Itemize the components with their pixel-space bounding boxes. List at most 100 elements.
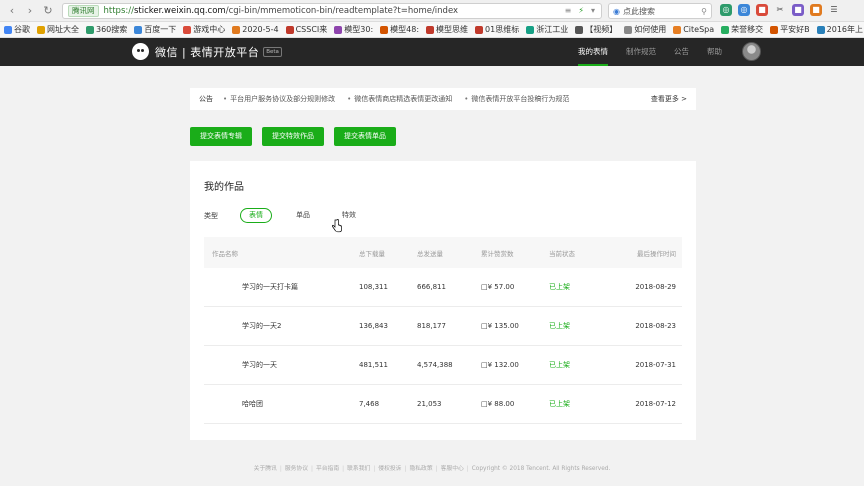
bookmark-label: 2020-5-4 (242, 25, 279, 34)
table-row[interactable]: 学习的一天打卡篇 108,311 666,811 □¥ 57.00 已上架 2018-08… (204, 268, 682, 307)
bookmark-item[interactable]: 01思维标 (475, 24, 519, 35)
bookmark-item[interactable]: 如何使用 (624, 24, 666, 35)
bookmark-label: 浙江工业 (536, 25, 569, 34)
bookmark-favicon-icon (86, 25, 94, 34)
table-row[interactable]: 学习的一天 481,511 4,574,388 □¥ 132.00 已上架 2018-07… (204, 346, 682, 385)
column-header: 总下载量 (359, 249, 385, 258)
extension-icon[interactable]: ◎ (738, 4, 750, 16)
forward-icon[interactable]: › (24, 4, 36, 18)
footer-link[interactable]: 联系我们 (347, 466, 370, 472)
notice-more-link[interactable]: 查看更多 > (651, 94, 687, 104)
footer-link[interactable]: 隐私政策 (409, 466, 432, 472)
submit-single-button[interactable]: 提交表情单品 (334, 127, 396, 146)
works-title: 我的作品 (204, 182, 244, 193)
bookmark-item[interactable]: 荣誉移交 (721, 24, 763, 35)
avatar[interactable] (742, 42, 761, 61)
bookmark-item[interactable]: 360搜索 (86, 24, 127, 35)
bookmark-label: 01思维标 (485, 25, 520, 34)
cell-name[interactable]: 学习的一天打卡篇 (204, 282, 359, 292)
bookmark-item[interactable]: 百度一下 (134, 24, 176, 35)
bookmark-item[interactable]: 模型思维 (426, 24, 468, 35)
footer-link[interactable]: 关于腾讯 (254, 466, 277, 472)
bookmark-label: CSSCI来 (295, 25, 328, 34)
browser-toolbar: ‹ › ↻ ⌂ 腾讯网 https://sticker.weixin.qq.co… (0, 0, 864, 22)
browser-search-box[interactable]: ◉ 点此搜索 ⚲ (608, 3, 712, 19)
bookmark-item[interactable]: 平安好B (770, 24, 810, 35)
submit-effect-button[interactable]: 提交特效作品 (262, 127, 324, 146)
extension-icon[interactable]: ■ (756, 4, 768, 16)
cell-time: 2018-07-12 (635, 400, 676, 408)
bookmark-label: 游戏中心 (193, 25, 226, 34)
main-nav: 我的表情 制作规范 公告 帮助 (578, 38, 740, 66)
bookmark-item[interactable]: 网址大全 (37, 24, 79, 35)
bookmark-label: 谷歌 (14, 25, 30, 34)
reload-icon[interactable]: ↻ (42, 4, 54, 18)
footer-link[interactable]: 平台指南 (316, 466, 339, 472)
bookmark-item[interactable]: CSSCI来 (285, 24, 328, 35)
notice-label: 公告 (199, 95, 213, 103)
logo[interactable]: 微信 | 表情开放平台 Beta (132, 43, 282, 60)
menu-icon[interactable]: ☰ (828, 4, 840, 16)
extension-icon[interactable]: ■ (810, 4, 822, 16)
site-footer: 关于腾讯 | 服务协议 | 平台指南 | 联系我们 | 侵权投诉 | 隐私政策 | 客服中心 | Copyr… (0, 463, 864, 472)
bookmark-label: CiteSpa (683, 25, 715, 34)
footer-link[interactable]: 服务协议 (285, 466, 308, 472)
bookmark-item[interactable]: 【视频】 (575, 24, 617, 35)
back-icon[interactable]: ‹ (6, 4, 18, 18)
cell-status: 已上架 (549, 283, 570, 291)
type-chip-singles[interactable]: 单品 (288, 209, 318, 222)
cell-status: 已上架 (549, 322, 570, 330)
type-label: 类型 (204, 211, 218, 220)
bookmark-label: 360搜索 (96, 25, 128, 34)
bookmark-favicon-icon (285, 25, 294, 34)
cell-time: 2018-08-29 (635, 283, 676, 291)
bookmark-item[interactable]: 谷歌 (4, 24, 30, 35)
bookmark-item[interactable]: 2020-5-4 (232, 25, 279, 34)
cell-reward: □¥ 135.00 (481, 322, 519, 330)
cell-sends: 21,053 (417, 400, 442, 408)
scissors-icon[interactable]: ✂ (774, 4, 786, 16)
page-menu-icon[interactable]: ≡ (565, 6, 572, 15)
bookmark-favicon-icon (475, 25, 484, 34)
extension-icon[interactable]: ■ (792, 4, 804, 16)
nav-item[interactable]: 制作规范 (626, 38, 656, 66)
bookmark-favicon-icon (624, 25, 633, 34)
footer-link[interactable]: 客服中心 (441, 466, 464, 472)
cell-sends: 666,811 (417, 283, 446, 291)
search-icon[interactable]: ⚲ (701, 7, 707, 16)
table-row[interactable]: 学习的一天2 136,843 818,177 □¥ 135.00 已上架 2018-08-… (204, 307, 682, 346)
cell-name[interactable]: 哈哈团 (204, 399, 359, 409)
notice-item[interactable]: 平台用户服务协议及部分规则修改 (223, 94, 335, 104)
column-header: 累计赞赏数 (481, 249, 514, 258)
bookmark-item[interactable]: 模型30: (334, 24, 373, 35)
nav-item[interactable]: 帮助 (707, 38, 722, 66)
notice-item[interactable]: 微信表情开放平台投稿行为规范 (464, 94, 569, 104)
dropdown-icon[interactable]: ▾ (591, 6, 595, 15)
table-row[interactable]: 哈哈团 7,468 21,053 □¥ 88.00 已上架 2018-07-12 (204, 385, 682, 424)
bookmark-item[interactable]: 浙江工业 (526, 24, 568, 35)
footer-link[interactable]: 侵权投诉 (378, 466, 401, 472)
bookmark-label: 如何使用 (634, 25, 667, 34)
bookmarks-bar: 谷歌 网址大全 360搜索 百度一下 游戏中心 2020-5-4 CSSCI来 模型30: 模型… (0, 22, 864, 38)
extension-icon[interactable]: ◎ (720, 4, 732, 16)
submit-album-button[interactable]: 提交表情专辑 (190, 127, 252, 146)
address-bar[interactable]: 腾讯网 https://sticker.weixin.qq.com/cgi-bi… (62, 3, 602, 19)
bookmark-item[interactable]: 模型48: (380, 24, 419, 35)
beta-badge: Beta (263, 46, 282, 57)
bookmark-item[interactable]: CiteSpa (673, 25, 714, 34)
bookmark-favicon-icon (770, 25, 779, 34)
cell-name[interactable]: 学习的一天 (204, 360, 359, 370)
bookmark-favicon-icon (380, 25, 389, 34)
search-engine-icon[interactable]: ◉ (613, 7, 620, 16)
url-text[interactable]: https://sticker.weixin.qq.com/cgi-bin/mm… (104, 6, 459, 16)
bookmark-item[interactable]: 游戏中心 (183, 24, 225, 35)
cell-name[interactable]: 学习的一天2 (204, 321, 359, 331)
footer-separator: | (404, 466, 407, 472)
notice-item[interactable]: 微信表情商店精选表情更改通知 (347, 94, 452, 104)
nav-item[interactable]: 我的表情 (578, 38, 608, 66)
lightning-icon[interactable]: ⚡ (578, 6, 584, 15)
nav-item[interactable]: 公告 (674, 38, 689, 66)
cell-reward: □¥ 57.00 (481, 283, 515, 291)
type-chip-stickers[interactable]: 表情 (240, 208, 272, 223)
bookmark-item[interactable]: 2016年上 (816, 24, 863, 35)
